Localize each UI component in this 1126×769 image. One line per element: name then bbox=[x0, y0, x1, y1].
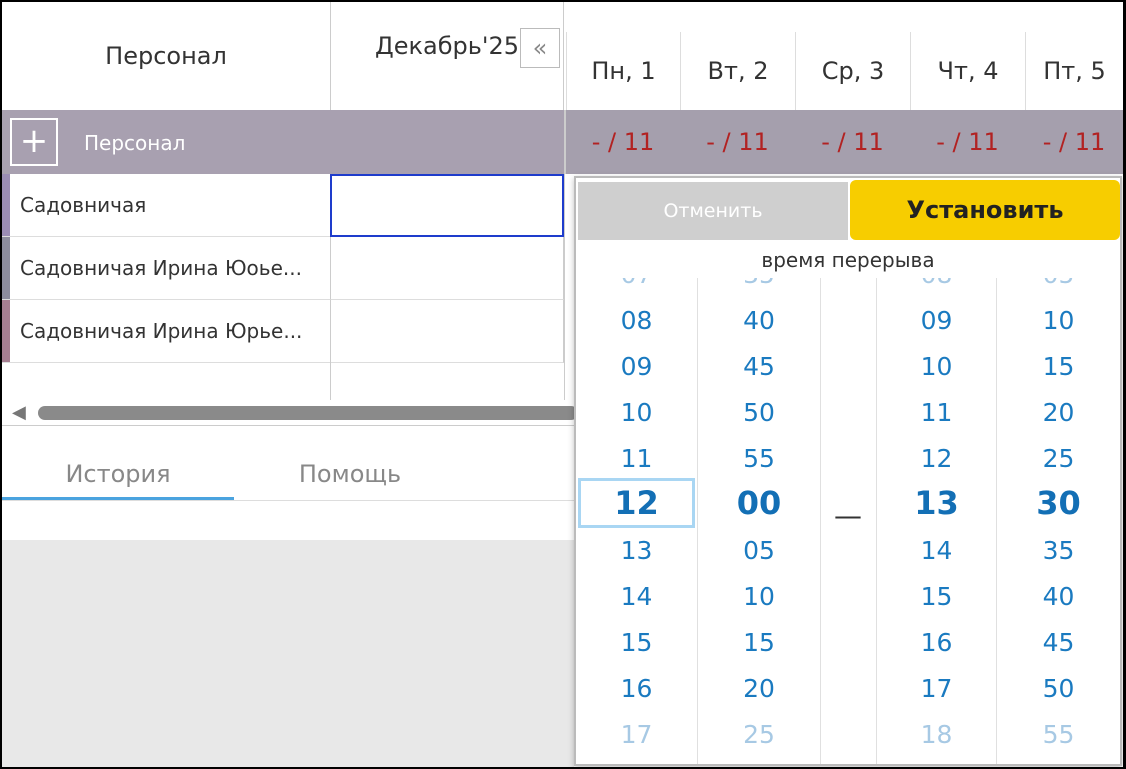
start-minute-column[interactable]: 3540455055000510152025 bbox=[698, 278, 821, 764]
picker-item[interactable]: 45 bbox=[698, 344, 820, 390]
picker-item[interactable]: 50 bbox=[698, 390, 820, 436]
picker-item[interactable]: 18 bbox=[877, 712, 996, 758]
group-day-cell-5: - / 11 bbox=[1042, 128, 1106, 156]
day-header-1: Пн, 1 bbox=[566, 32, 680, 110]
picker-item[interactable]: 40 bbox=[698, 298, 820, 344]
end-hour-column[interactable]: 0809101112131415161718 bbox=[876, 278, 996, 764]
picker-item[interactable]: 09 bbox=[576, 344, 697, 390]
row-color-bar bbox=[2, 300, 10, 362]
picker-item[interactable]: 16 bbox=[576, 666, 697, 712]
picker-item[interactable]: 10 bbox=[576, 390, 697, 436]
picker-item[interactable]: 08 bbox=[877, 278, 996, 298]
picker-item[interactable]: 13 bbox=[877, 480, 996, 526]
picker-item[interactable]: 35 bbox=[698, 278, 820, 298]
start-hour-column[interactable]: 0708091011121314151617 bbox=[576, 278, 698, 764]
picker-item[interactable]: 14 bbox=[576, 574, 697, 620]
column-divider bbox=[564, 174, 565, 400]
picker-item[interactable]: 12 bbox=[877, 436, 996, 482]
group-day-cell-2: - / 11 bbox=[706, 128, 769, 156]
selection-highlight bbox=[578, 478, 695, 528]
picker-item[interactable]: 15 bbox=[698, 620, 820, 666]
row-color-bar bbox=[2, 237, 10, 299]
horizontal-scrollbar[interactable]: ◀ bbox=[2, 400, 578, 426]
picker-item[interactable]: 55 bbox=[997, 712, 1120, 758]
tabs-divider bbox=[2, 500, 574, 501]
picker-item[interactable]: 11 bbox=[576, 436, 697, 482]
staff-row[interactable]: Садовничая bbox=[2, 174, 330, 237]
picker-item[interactable]: 20 bbox=[698, 666, 820, 712]
column-divider bbox=[330, 362, 331, 400]
staff-row[interactable]: Садовничая Ирина Юрье... bbox=[2, 300, 330, 363]
picker-title: время перерыва bbox=[761, 248, 935, 272]
cancel-button[interactable]: Отменить bbox=[578, 182, 848, 240]
picker-item[interactable]: 11 bbox=[877, 390, 996, 436]
picker-item[interactable]: 13 bbox=[576, 528, 697, 574]
day-header-3: Ср, 3 bbox=[795, 32, 910, 110]
month-cell-selected[interactable] bbox=[330, 174, 564, 237]
picker-item[interactable]: 25 bbox=[698, 712, 820, 758]
end-minute-column[interactable]: 0510152025303540455055 bbox=[996, 278, 1120, 764]
picker-item[interactable]: 45 bbox=[997, 620, 1120, 666]
staff-row[interactable]: Садовничая Ирина Юоье... bbox=[2, 237, 330, 300]
collapse-chevron-icon[interactable]: « bbox=[520, 28, 560, 68]
staff-column-header: Персонал bbox=[105, 42, 227, 70]
group-day-cell-4: - / 11 bbox=[936, 128, 999, 156]
picker-item[interactable]: 20 bbox=[997, 390, 1120, 436]
scheduler-window: Персонал Декабрь'25 « Пн, 1 Вт, 2 Ср, 3 … bbox=[2, 2, 1123, 767]
scroll-left-arrow-icon[interactable]: ◀ bbox=[12, 400, 26, 426]
group-day-cell-3: - / 11 bbox=[821, 128, 884, 156]
picker-item[interactable]: 16 bbox=[877, 620, 996, 666]
staff-name: Садовничая bbox=[20, 193, 147, 217]
picker-item[interactable]: 15 bbox=[997, 344, 1120, 390]
picker-item[interactable]: 25 bbox=[997, 436, 1120, 482]
picker-item[interactable]: 10 bbox=[997, 298, 1120, 344]
tab-history[interactable]: История bbox=[2, 448, 234, 500]
tab-help[interactable]: Помощь bbox=[234, 448, 466, 500]
picker-item[interactable]: 09 bbox=[877, 298, 996, 344]
picker-item[interactable]: 30 bbox=[997, 480, 1120, 526]
day-header-5: Пт, 5 bbox=[1025, 32, 1123, 110]
picker-item[interactable]: 10 bbox=[698, 574, 820, 620]
range-dash: — bbox=[834, 499, 862, 532]
picker-item[interactable]: 15 bbox=[576, 620, 697, 666]
row-color-bar bbox=[2, 174, 10, 236]
day-header-4: Чт, 4 bbox=[910, 32, 1025, 110]
month-cell[interactable] bbox=[330, 237, 564, 300]
picker-item[interactable]: 50 bbox=[997, 666, 1120, 712]
staff-name: Садовничая Ирина Юоье... bbox=[20, 256, 302, 280]
picker-item[interactable]: 05 bbox=[997, 278, 1120, 298]
picker-item[interactable]: 08 bbox=[576, 298, 697, 344]
picker-item[interactable]: 00 bbox=[698, 480, 820, 526]
picker-item[interactable]: 07 bbox=[576, 278, 697, 298]
picker-item[interactable]: 14 bbox=[877, 528, 996, 574]
staff-name: Садовничая Ирина Юрье... bbox=[20, 319, 303, 343]
day-header-2: Вт, 2 bbox=[680, 32, 795, 110]
group-day-cell-1: - / 11 bbox=[591, 128, 655, 156]
empty-panel bbox=[2, 540, 574, 767]
picker-item[interactable]: 35 bbox=[997, 528, 1120, 574]
picker-item[interactable]: 15 bbox=[877, 574, 996, 620]
scroll-thumb[interactable] bbox=[38, 406, 578, 420]
picker-item[interactable]: 17 bbox=[877, 666, 996, 712]
group-label: Персонал bbox=[84, 131, 186, 155]
group-row: + Персонал bbox=[2, 110, 564, 174]
set-button[interactable]: Установить bbox=[850, 180, 1120, 240]
picker-item[interactable]: 10 bbox=[877, 344, 996, 390]
picker-item[interactable]: 17 bbox=[576, 712, 697, 758]
picker-item[interactable]: 05 bbox=[698, 528, 820, 574]
picker-item[interactable]: 55 bbox=[698, 436, 820, 482]
break-time-picker: Отменить Установить время перерыва 07080… bbox=[574, 176, 1122, 766]
month-cell[interactable] bbox=[330, 300, 564, 363]
add-staff-plus-icon[interactable]: + bbox=[10, 118, 58, 166]
picker-item[interactable]: 40 bbox=[997, 574, 1120, 620]
